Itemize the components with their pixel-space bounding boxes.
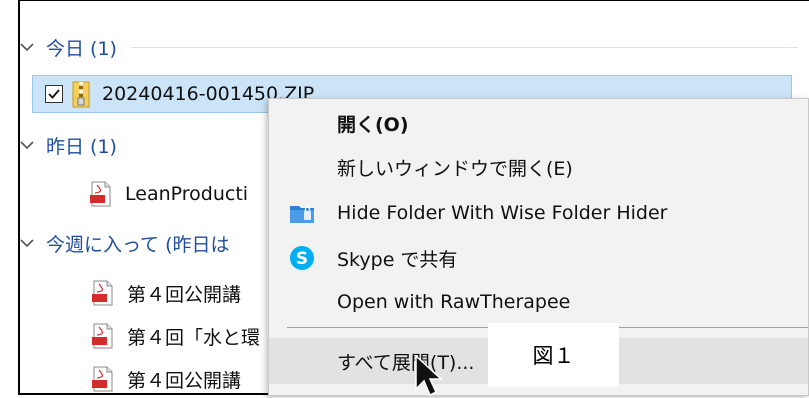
menu-item-open-rawtherapee[interactable]: Open with RawTherapee	[269, 282, 808, 322]
group-label-today: 今日 (1)	[46, 37, 117, 60]
figure-label: 図１	[488, 323, 619, 387]
zip-folder-icon	[72, 81, 90, 107]
file-row-pdf[interactable]: 第４回「水と環	[31, 317, 260, 355]
file-name-pdf: 第４回公開講	[127, 369, 242, 392]
file-name-pdf: 第４回「水と環	[127, 326, 261, 349]
pdf-file-icon	[90, 181, 111, 207]
group-label-yesterday: 昨日 (1)	[46, 135, 117, 158]
menu-item-label: すべて展開(T)...	[337, 351, 475, 374]
menu-item-label: 新しいウィンドウで開く(E)	[337, 157, 573, 180]
pdf-file-icon	[92, 280, 113, 306]
menu-item-label: Hide Folder With Wise Folder Hider	[337, 202, 668, 224]
chevron-down-icon[interactable]	[18, 38, 36, 56]
menu-item-hide-folder[interactable]: Hide Folder With Wise Folder Hider	[269, 193, 808, 233]
group-label-this-week: 今週に入って (昨日は	[46, 233, 230, 256]
file-row-pdf[interactable]: LeanProducti	[31, 175, 248, 213]
menu-item-open-new-window[interactable]: 新しいウィンドウで開く(E)	[269, 147, 808, 187]
group-header-today[interactable]: 今日 (1)	[18, 32, 798, 62]
menu-item-skype-share[interactable]: S Skype で共有	[269, 238, 808, 278]
skype-icon: S	[290, 246, 314, 270]
chevron-down-icon[interactable]	[18, 136, 36, 154]
mouse-cursor-icon	[415, 355, 443, 396]
file-row-pdf[interactable]: 第４回公開講	[31, 360, 241, 398]
group-divider	[130, 46, 798, 48]
pdf-file-icon	[92, 323, 113, 349]
row-checkbox[interactable]	[45, 85, 63, 103]
menu-item-label: Open with RawTherapee	[337, 291, 571, 313]
wise-folder-hider-icon	[290, 206, 314, 223]
menu-item-label: 開く(O)	[337, 113, 409, 136]
menu-item-label: Skype で共有	[337, 248, 458, 271]
menu-item-open[interactable]: 開く(O)	[269, 103, 808, 143]
file-name-pdf: 第４回公開講	[127, 283, 242, 306]
svg-text:S: S	[296, 249, 308, 269]
file-row-pdf[interactable]: 第４回公開講	[31, 274, 241, 312]
file-name-pdf: LeanProducti	[125, 183, 249, 205]
checkmark-icon	[48, 89, 60, 99]
chevron-down-icon[interactable]	[18, 234, 36, 252]
pdf-file-icon	[92, 366, 113, 392]
